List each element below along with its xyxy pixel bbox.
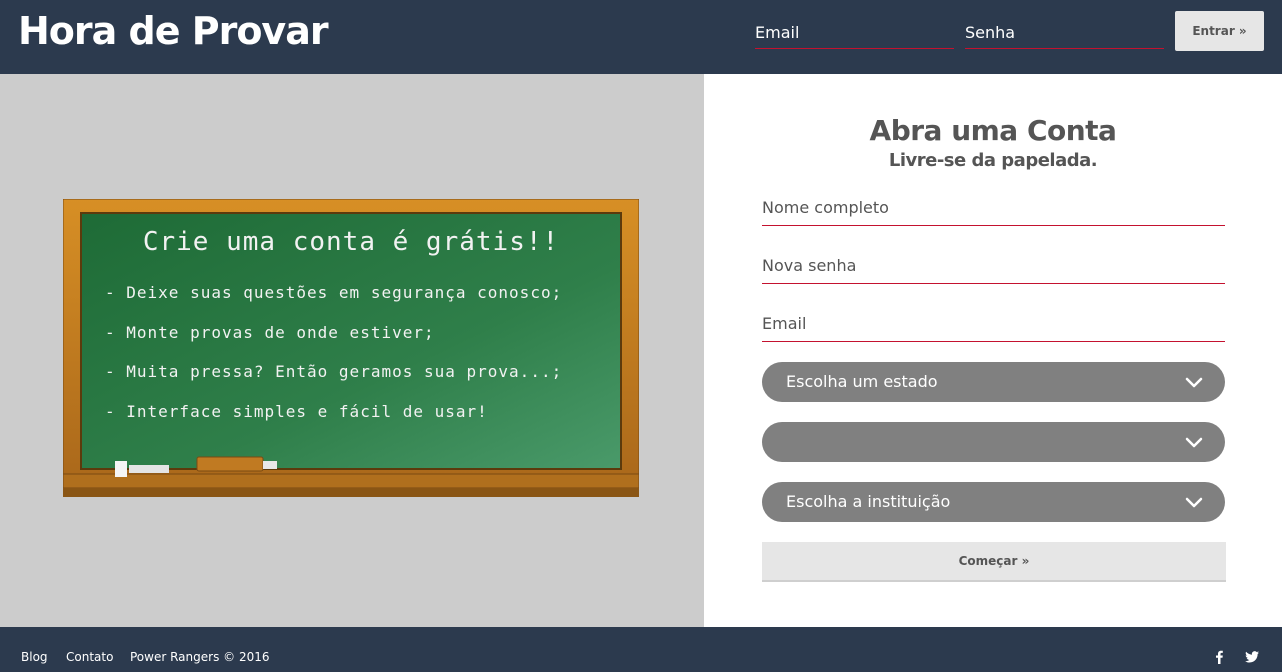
brand-logo[interactable]: Hora de Provar: [18, 8, 329, 54]
chalkboard-line: - Muita pressa? Então geramos sua prova.…: [105, 362, 563, 381]
chevron-down-icon: [1185, 497, 1203, 508]
chalkboard: Crie uma conta é grátis!! - Deixe suas q…: [63, 199, 639, 497]
state-select[interactable]: Escolha um estado: [762, 362, 1225, 402]
footer-link-blog[interactable]: Blog: [21, 650, 48, 664]
chevron-down-icon: [1185, 377, 1203, 388]
institution-select[interactable]: Escolha a instituição: [762, 482, 1225, 522]
city-select[interactable]: [762, 422, 1225, 462]
footer-link-contato[interactable]: Contato: [66, 650, 113, 664]
signup-email-input[interactable]: [762, 305, 1225, 342]
start-button[interactable]: Começar »: [762, 542, 1226, 582]
fullname-input[interactable]: [762, 189, 1225, 226]
twitter-icon[interactable]: [1244, 649, 1260, 665]
state-select-label: Escolha um estado: [786, 372, 938, 391]
facebook-icon[interactable]: [1211, 649, 1227, 665]
footer: Blog Contato Power Rangers © 2016: [0, 627, 1282, 672]
chalkboard-line: - Monte provas de onde estiver;: [105, 323, 435, 342]
new-password-input[interactable]: [762, 247, 1225, 284]
chevron-down-icon: [1185, 437, 1203, 448]
chalkboard-line: - Interface simples e fácil de usar!: [105, 402, 488, 421]
chalkboard-title: Crie uma conta é grátis!!: [142, 227, 560, 257]
signup-panel: Abra uma Conta Livre-se da papelada. Esc…: [704, 74, 1282, 627]
chalkboard-line: - Deixe suas questões em segurança conos…: [105, 283, 563, 302]
login-button[interactable]: Entrar »: [1175, 11, 1264, 51]
signup-subtitle: Livre-se da papelada.: [888, 150, 1098, 171]
institution-select-label: Escolha a instituição: [786, 492, 951, 511]
login-password-input[interactable]: [965, 16, 1164, 49]
signup-title: Abra uma Conta: [869, 114, 1117, 147]
login-email-input[interactable]: [755, 16, 954, 49]
promo-panel: Crie uma conta é grátis!! - Deixe suas q…: [0, 74, 704, 627]
footer-copyright: Power Rangers © 2016: [130, 650, 270, 664]
top-navbar: Hora de Provar Entrar »: [0, 0, 1282, 74]
